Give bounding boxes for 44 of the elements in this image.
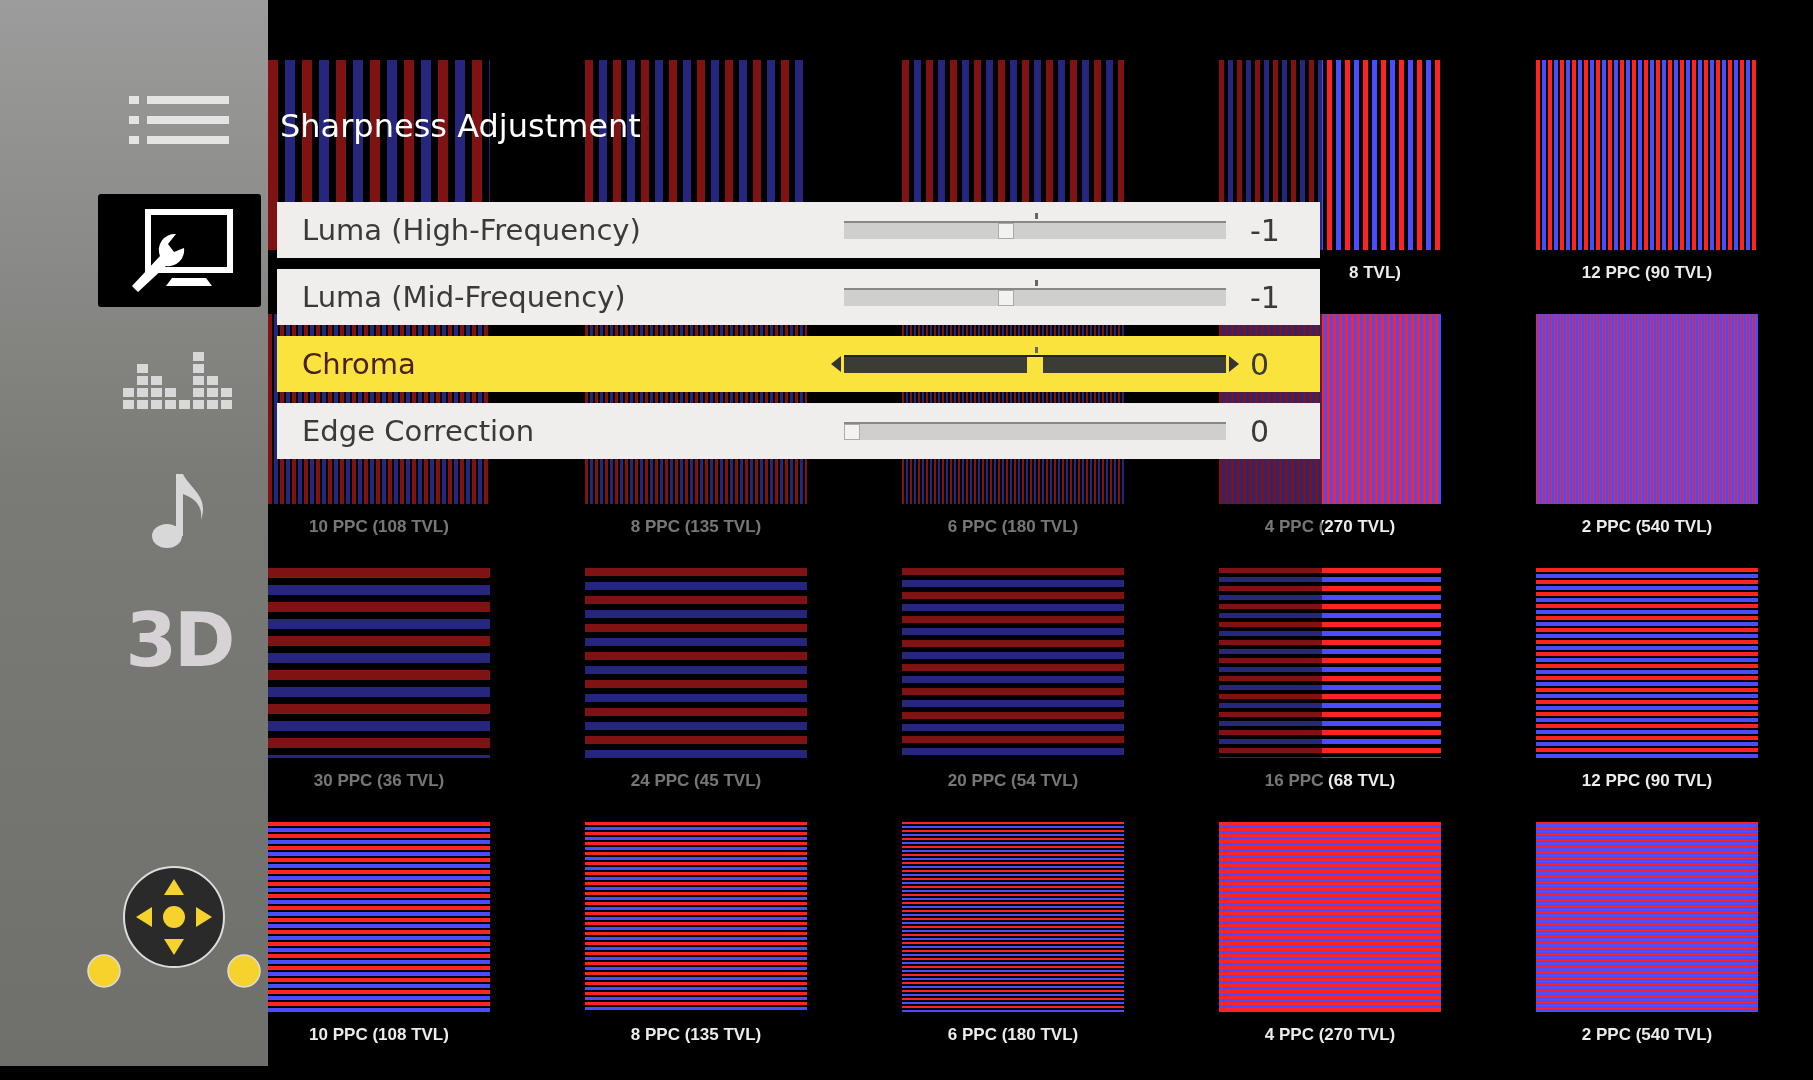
setting-label: Chroma xyxy=(302,347,417,381)
slider-thumb[interactable] xyxy=(997,290,1014,306)
center-mark xyxy=(1035,213,1038,219)
pattern-label: 2 PPC (540 TVL) xyxy=(1581,517,1713,537)
center-mark xyxy=(1035,347,1038,353)
pattern-label: 10 PPC (108 TVL) xyxy=(309,517,449,537)
menu-row[interactable]: Luma (Mid-Frequency) -1 xyxy=(277,269,1320,325)
setting-value: 0 xyxy=(1249,413,1271,449)
pattern-label: 24 PPC (45 TVL) xyxy=(630,771,762,791)
round-button-icon xyxy=(226,953,262,989)
pattern-label: 12 PPC (90 TVL) xyxy=(1581,263,1713,283)
pattern-label: 20 PPC (54 TVL) xyxy=(947,771,1079,791)
slider-track[interactable] xyxy=(844,422,1226,440)
menu-row[interactable]: Luma (High-Frequency) -1 xyxy=(277,202,1320,258)
slider-thumb[interactable] xyxy=(997,223,1014,239)
pattern-label: 8 PPC (135 TVL) xyxy=(630,517,762,537)
pattern-label: 4 PPC (270 TVL) xyxy=(1264,1025,1396,1045)
pattern-label: 10 PPC (108 TVL) xyxy=(309,1025,449,1045)
pattern-label: 8 TVL) xyxy=(1349,263,1401,283)
left-arrow-icon[interactable] xyxy=(831,356,841,372)
pattern-label: 6 PPC (180 TVL) xyxy=(947,517,1079,537)
setting-label: Edge Correction xyxy=(302,414,536,448)
selected-item-highlight[interactable] xyxy=(97,193,261,307)
menu-row[interactable]: Chroma 0 xyxy=(277,336,1320,392)
pattern-label: 12 PPC (90 TVL) xyxy=(1581,771,1713,791)
setting-label: Luma (High-Frequency) xyxy=(302,213,642,247)
center-mark xyxy=(1035,280,1038,286)
setting-label: Luma (Mid-Frequency) xyxy=(302,280,627,314)
pattern-label: 4 PPC (270 TVL) xyxy=(1264,517,1396,537)
pattern-label: 16 PPC (68 TVL) xyxy=(1264,771,1396,791)
pattern-label: 2 PPC (540 TVL) xyxy=(1581,1025,1713,1045)
setting-value: 0 xyxy=(1249,346,1271,382)
slider-thumb[interactable] xyxy=(844,424,860,440)
pattern-label: 6 PPC (180 TVL) xyxy=(947,1025,1079,1045)
pattern-label: 8 PPC (135 TVL) xyxy=(630,1025,762,1045)
menu-title: Sharpness Adjustment xyxy=(280,106,642,147)
navigation-pad-icon xyxy=(122,865,226,969)
pattern-label: 30 PPC (36 TVL) xyxy=(313,771,445,791)
list-icon[interactable] xyxy=(129,96,229,144)
right-arrow-icon[interactable] xyxy=(1229,356,1239,372)
setting-value: -1 xyxy=(1249,279,1281,315)
setting-value: -1 xyxy=(1249,212,1281,248)
menu-row[interactable]: Edge Correction 0 xyxy=(277,403,1320,459)
round-button-icon xyxy=(86,953,122,989)
